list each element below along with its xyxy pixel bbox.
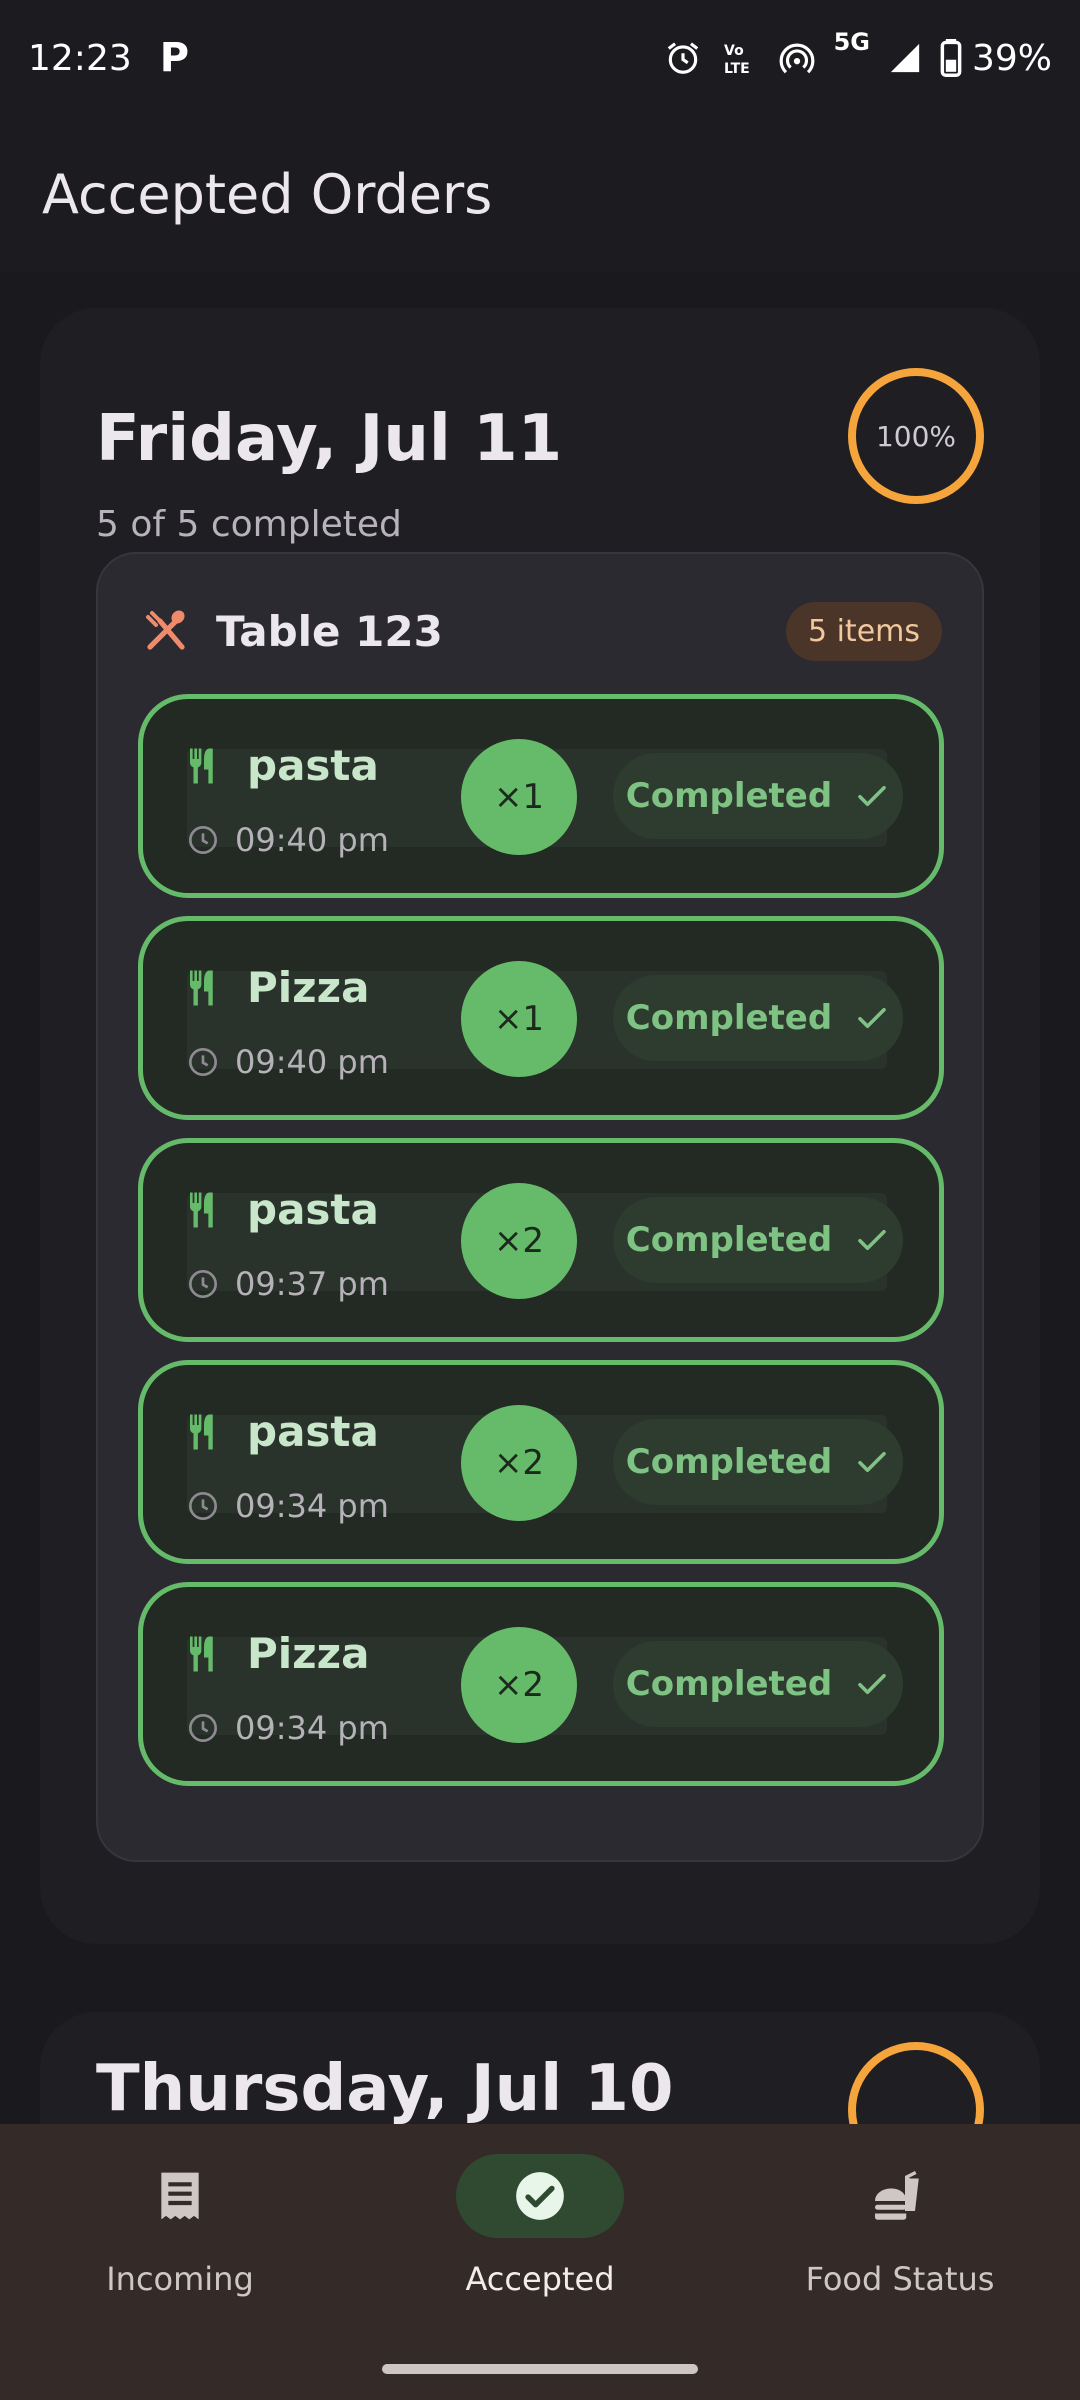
- nav-incoming[interactable]: Incoming: [0, 2154, 360, 2314]
- signal-icon: [888, 41, 922, 75]
- quantity-badge: ×2: [461, 1627, 577, 1743]
- alarm-icon: [664, 39, 702, 77]
- check-icon: [858, 1007, 887, 1029]
- nav-label: Accepted: [465, 2260, 615, 2298]
- item-time: 09:37 pm: [235, 1265, 389, 1303]
- check-circle-icon: [516, 2172, 564, 2220]
- page-title: Accepted Orders: [42, 162, 493, 226]
- status-label: Completed: [625, 998, 833, 1038]
- nav-label: Food Status: [805, 2260, 995, 2298]
- item-time: 09:34 pm: [235, 1709, 389, 1747]
- item-name: pasta: [247, 1407, 379, 1456]
- item-time-row: 09:40 pm: [187, 821, 389, 859]
- quantity-badge: ×2: [461, 1405, 577, 1521]
- item-name-row: Pizza: [183, 1629, 369, 1678]
- fastfood-icon: [875, 2171, 919, 2220]
- bottom-navigation: Incoming Accepted Food Status: [0, 2124, 1080, 2400]
- item-name: pasta: [247, 1185, 379, 1234]
- home-indicator[interactable]: [382, 2364, 698, 2374]
- item-name-row: pasta: [183, 1185, 379, 1234]
- table-name: Table 123: [216, 606, 443, 656]
- fork-knife-icon: [190, 970, 213, 1005]
- day-title: Friday, Jul 11: [96, 402, 563, 476]
- item-name: Pizza: [247, 963, 370, 1012]
- check-icon: [858, 1451, 887, 1473]
- item-time: 09:34 pm: [235, 1487, 389, 1525]
- check-icon: [858, 1229, 887, 1251]
- clock-icon: [189, 1492, 217, 1520]
- volte-icon: Vo LTE: [720, 39, 760, 77]
- status-label: Completed: [625, 1220, 833, 1260]
- order-item-card[interactable]: Pizza 09:34 pm ×2 Completed: [138, 1582, 944, 1786]
- day-title: Thursday, Jul 10: [96, 2052, 674, 2124]
- battery-icon: [940, 39, 962, 77]
- status-time: 12:23: [28, 37, 132, 79]
- restaurant-icon: [146, 610, 185, 650]
- table-header: Table 123 5 items: [142, 598, 942, 664]
- nav-icon-container: [96, 2154, 264, 2238]
- fork-knife-icon: [190, 748, 213, 783]
- fork-knife-icon: [190, 1636, 213, 1671]
- svg-text:Vo: Vo: [724, 43, 744, 59]
- fork-knife-icon: [190, 1192, 213, 1227]
- item-time-row: 09:34 pm: [187, 1709, 389, 1747]
- check-icon: [858, 1673, 887, 1695]
- nav-label: Incoming: [106, 2260, 254, 2298]
- quantity-badge: ×1: [461, 961, 577, 1077]
- item-time-row: 09:37 pm: [187, 1265, 389, 1303]
- item-name-row: Pizza: [183, 963, 369, 1012]
- status-label: Completed: [625, 1664, 833, 1704]
- quantity-badge: ×2: [461, 1183, 577, 1299]
- nav-accepted[interactable]: Accepted: [360, 2154, 720, 2314]
- order-item-card[interactable]: pasta 09:40 pm ×1 Completed: [138, 694, 944, 898]
- clock-icon: [189, 826, 217, 854]
- hotspot-icon: [778, 39, 816, 77]
- orders-list[interactable]: Friday, Jul 11 5 of 5 completed 100% Tab…: [0, 272, 1080, 2124]
- parking-app-icon: P: [159, 35, 190, 81]
- status-label: Completed: [625, 1442, 833, 1482]
- check-icon: [858, 785, 887, 807]
- nav-icon-container: [816, 2154, 984, 2238]
- progress-percent: 100%: [875, 419, 957, 453]
- app-bar: Accepted Orders: [0, 116, 1080, 272]
- order-item-card[interactable]: pasta 09:37 pm ×2 Completed: [138, 1138, 944, 1342]
- progress-ring: 100%: [848, 368, 984, 504]
- quantity-badge: ×1: [461, 739, 577, 855]
- receipt-icon: [161, 2172, 199, 2220]
- clock-icon: [189, 1270, 217, 1298]
- battery-percent: 39%: [971, 37, 1052, 79]
- status-completed-chip[interactable]: Completed: [613, 1641, 903, 1727]
- day-card: Thursday, Jul 10: [40, 2012, 1040, 2124]
- order-item-card[interactable]: pasta 09:34 pm ×2 Completed: [138, 1360, 944, 1564]
- 5g-icon: 5G: [833, 27, 870, 56]
- item-name-row: pasta: [183, 741, 379, 790]
- status-completed-chip[interactable]: Completed: [613, 1419, 903, 1505]
- item-time: 09:40 pm: [235, 1043, 389, 1081]
- status-completed-chip[interactable]: Completed: [613, 975, 903, 1061]
- item-time-row: 09:34 pm: [187, 1487, 389, 1525]
- nav-food-status[interactable]: Food Status: [720, 2154, 1080, 2314]
- clock-icon: [189, 1714, 217, 1742]
- item-name-row: pasta: [183, 1407, 379, 1456]
- status-completed-chip[interactable]: Completed: [613, 1197, 903, 1283]
- svg-text:LTE: LTE: [724, 61, 750, 77]
- order-item-card[interactable]: Pizza 09:40 pm ×1 Completed: [138, 916, 944, 1120]
- day-card: Friday, Jul 11 5 of 5 completed 100% Tab…: [40, 308, 1040, 1944]
- status-label: Completed: [625, 776, 833, 816]
- items-count-badge: 5 items: [785, 601, 942, 661]
- clock-icon: [189, 1048, 217, 1076]
- item-time-row: 09:40 pm: [187, 1043, 389, 1081]
- item-time: 09:40 pm: [235, 821, 389, 859]
- table-card: Table 123 5 items pasta 09:40 pm ×1 Comp…: [96, 552, 984, 1862]
- progress-ring: [848, 2042, 984, 2124]
- item-name: pasta: [247, 741, 379, 790]
- status-completed-chip[interactable]: Completed: [613, 753, 903, 839]
- fork-knife-icon: [190, 1414, 213, 1449]
- nav-icon-container: [456, 2154, 624, 2238]
- item-name: Pizza: [247, 1629, 370, 1678]
- day-completion-summary: 5 of 5 completed: [96, 504, 402, 545]
- status-bar: 12:23 P Vo LTE 5G 39%: [0, 0, 1080, 116]
